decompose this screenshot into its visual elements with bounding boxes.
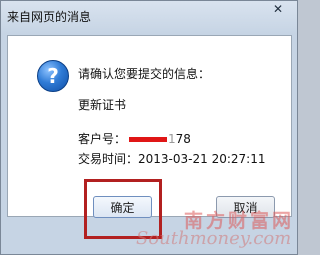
watermark-en: Southmoney.com	[136, 228, 292, 249]
transaction-time-value: 2013-03-21 20:27:11	[138, 152, 266, 166]
customer-number-tail: 78	[175, 132, 191, 146]
transaction-time-row: 交易时间：2013-03-21 20:27:11	[78, 150, 265, 167]
close-icon: ✕	[272, 2, 284, 16]
action-name: 更新证书	[78, 98, 127, 112]
customer-number-label: 客户号：	[78, 132, 127, 146]
confirm-prompt: 请确认您要提交的信息：	[78, 67, 211, 81]
customer-number-row: 客户号： 178	[78, 130, 191, 147]
question-icon: ?	[37, 60, 69, 92]
transaction-time-label: 交易时间：	[78, 152, 139, 166]
close-button[interactable]: ✕	[269, 2, 287, 16]
customer-number-faded: 1	[168, 132, 176, 146]
redaction-mark	[129, 137, 168, 142]
title-bar[interactable]: 来自网页的消息 ✕	[1, 1, 297, 35]
dialog-title: 来自网页的消息	[7, 10, 92, 24]
